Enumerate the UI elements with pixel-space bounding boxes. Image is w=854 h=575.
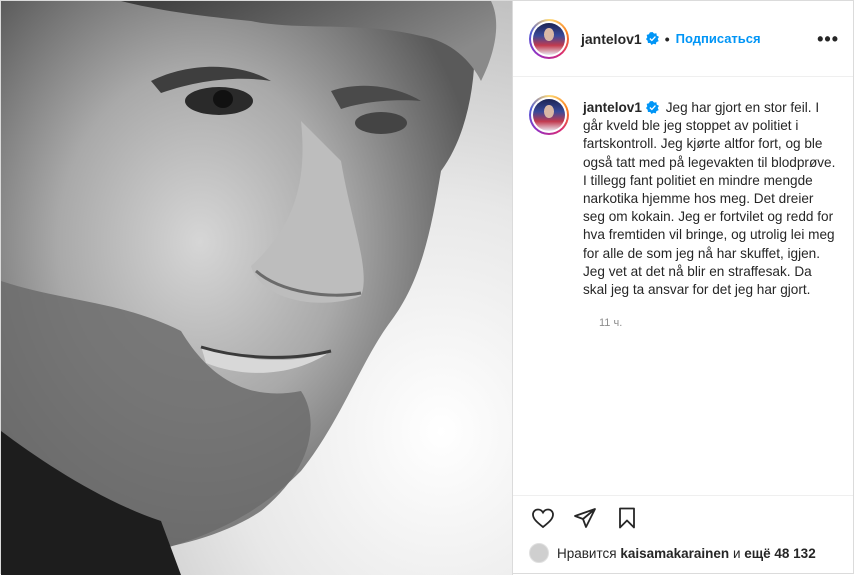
portrait-photo [1, 1, 512, 575]
author-username[interactable]: jantelov1 [581, 31, 642, 47]
post-sidebar: jantelov1 • Подписаться ••• jantelov1 Je… [513, 1, 853, 573]
follow-button[interactable]: Подписаться [676, 31, 761, 46]
likes-count[interactable]: ещё 48 132 [744, 546, 815, 561]
liker-username[interactable]: kaisamakarainen [620, 546, 729, 561]
likes-connector: и [732, 545, 741, 561]
post-caption: jantelov1 Jeg har gjort en stor feil. I … [583, 99, 837, 299]
author-username-block: jantelov1 • Подписаться [581, 31, 761, 47]
header-separator: • [664, 30, 670, 47]
caption-username[interactable]: jantelov1 [583, 100, 642, 115]
verified-badge-icon [645, 101, 659, 114]
author-avatar[interactable] [529, 18, 569, 59]
paper-plane-icon[interactable] [571, 504, 599, 532]
post-header: jantelov1 • Подписаться ••• [513, 1, 853, 77]
comments-section: jantelov1 Jeg har gjort en stor feil. I … [513, 77, 853, 495]
caption-row: jantelov1 Jeg har gjort en stor feil. I … [529, 95, 837, 299]
liker-avatar[interactable] [529, 543, 549, 563]
more-options-icon[interactable]: ••• [817, 30, 839, 48]
caption-timestamp[interactable]: 11 ч. [599, 317, 837, 329]
likes-prefix: Нравится [557, 545, 617, 561]
verified-badge-icon [645, 32, 659, 45]
action-bar [513, 495, 853, 539]
post-photo[interactable] [1, 1, 513, 575]
likes-summary: Нравится kaisamakarainen и ещё 48 132 [557, 546, 816, 561]
caption-text: Jeg har gjort en stor feil. I går kveld … [583, 100, 836, 298]
likes-row: Нравится kaisamakarainen и ещё 48 132 [513, 539, 853, 573]
heart-icon[interactable] [529, 504, 557, 532]
bookmark-icon[interactable] [613, 504, 641, 532]
instagram-post: jantelov1 • Подписаться ••• jantelov1 Je… [0, 0, 854, 575]
caption-avatar[interactable] [529, 95, 569, 135]
